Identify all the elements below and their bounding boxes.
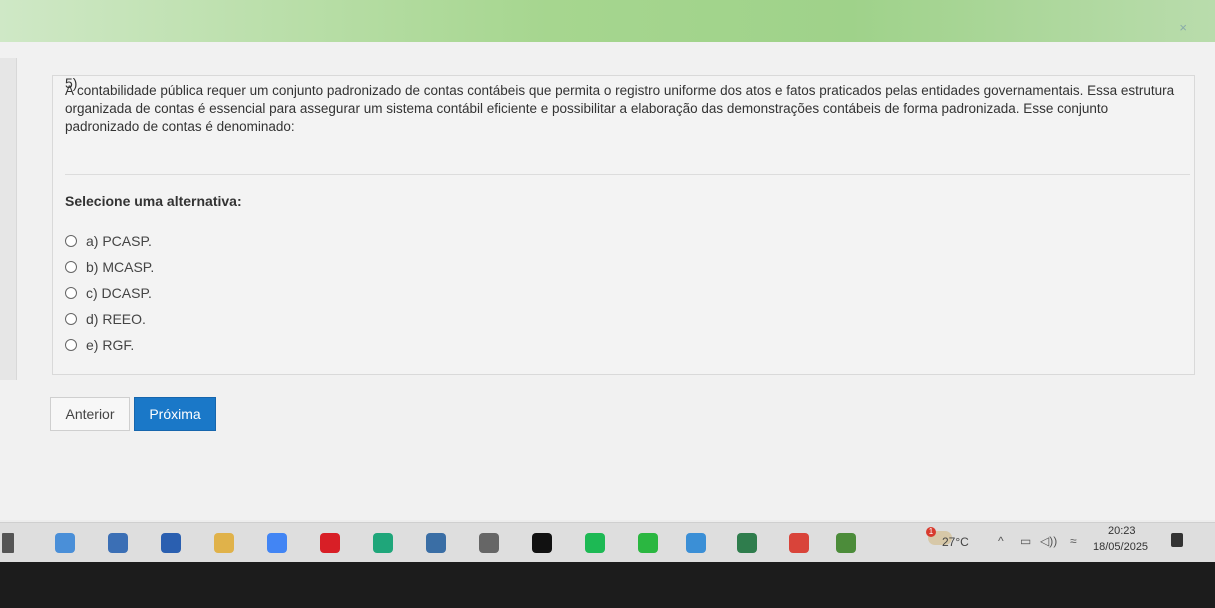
game-icon[interactable] <box>737 533 757 553</box>
option-label: e) RGF. <box>86 337 135 353</box>
taskview-icon[interactable] <box>2 533 14 553</box>
battery-icon[interactable]: ▭ <box>1020 534 1031 548</box>
temperature[interactable]: 27°C <box>942 535 969 549</box>
previous-button[interactable]: Anterior <box>50 397 130 431</box>
option-label: c) DCASP. <box>86 285 152 301</box>
volume-icon[interactable]: ◁)) <box>1040 534 1057 548</box>
option-label: b) MCASP. <box>86 259 155 275</box>
option-e[interactable]: e) RGF. <box>65 332 154 358</box>
whatsapp-icon[interactable] <box>638 533 658 553</box>
spotify-icon[interactable] <box>585 533 605 553</box>
option-d[interactable]: d) REEO. <box>65 306 154 332</box>
minecraft-icon[interactable] <box>836 533 856 553</box>
camera-icon[interactable] <box>426 533 446 553</box>
radio-button[interactable] <box>65 287 77 299</box>
taskbar: 1 27°C ^ ▭ ◁)) ≈ 20:23 18/05/2025 <box>0 522 1215 563</box>
edge-icon[interactable] <box>373 533 393 553</box>
copilot-icon[interactable] <box>55 533 75 553</box>
snipping-tool-icon[interactable] <box>479 533 499 553</box>
search-app-icon[interactable] <box>108 533 128 553</box>
radio-button[interactable] <box>65 339 77 351</box>
screen-bezel <box>0 562 1215 608</box>
chrome-icon[interactable] <box>789 533 809 553</box>
divider <box>65 174 1190 175</box>
radio-button[interactable] <box>65 313 77 325</box>
select-label: Selecione uma alternativa: <box>65 193 242 209</box>
option-c[interactable]: c) DCASP. <box>65 280 154 306</box>
clock-date[interactable]: 18/05/2025 <box>1093 541 1148 553</box>
clock-time[interactable]: 20:23 <box>1108 525 1136 537</box>
radio-button[interactable] <box>65 235 77 247</box>
store-icon[interactable] <box>161 533 181 553</box>
netflix-icon[interactable] <box>320 533 340 553</box>
answer-options: a) PCASP. b) MCASP. c) DCASP. d) REEO. e… <box>65 228 154 358</box>
next-button[interactable]: Próxima <box>134 397 216 431</box>
file-explorer-icon[interactable] <box>214 533 234 553</box>
wifi-icon[interactable]: ≈ <box>1070 534 1077 548</box>
close-icon[interactable]: × <box>1179 20 1187 35</box>
tiktok-icon[interactable] <box>532 533 552 553</box>
left-sidebar-strip <box>0 58 17 380</box>
browser-top-bar: × <box>0 0 1215 42</box>
option-a[interactable]: a) PCASP. <box>65 228 154 254</box>
chevron-up-icon[interactable]: ^ <box>998 534 1004 548</box>
option-label: a) PCASP. <box>86 233 152 249</box>
option-b[interactable]: b) MCASP. <box>65 254 154 280</box>
notifications-icon[interactable] <box>1171 533 1183 547</box>
option-label: d) REEO. <box>86 311 146 327</box>
google-lens-icon[interactable] <box>267 533 287 553</box>
radio-button[interactable] <box>65 261 77 273</box>
weather-badge: 1 <box>926 527 936 537</box>
question-text: A contabilidade pública requer um conjun… <box>65 83 1175 134</box>
photos-icon[interactable] <box>686 533 706 553</box>
